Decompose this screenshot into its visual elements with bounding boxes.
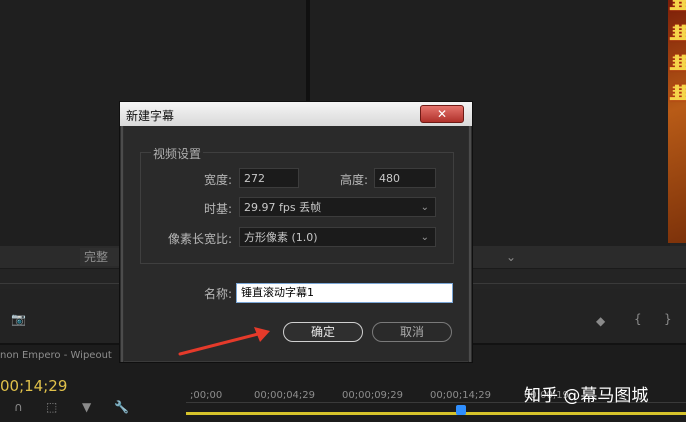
chevron-down-icon[interactable]: ⌄ xyxy=(506,250,516,264)
video-preview: ᚙᚙᚙᚙ xyxy=(668,0,686,243)
width-field[interactable]: 272 xyxy=(239,168,299,188)
marker-icon[interactable]: ◆ xyxy=(596,314,605,328)
marker-add-icon[interactable]: ▼ xyxy=(82,400,91,414)
pixel-aspect-value: 方形像素 (1.0) xyxy=(244,231,318,244)
snap-icon[interactable]: ∩ xyxy=(14,400,23,414)
wrench-icon[interactable]: 🔧 xyxy=(114,400,129,414)
in-out-brace-icon[interactable]: { xyxy=(634,312,642,326)
red-arrow-annotation xyxy=(178,327,270,356)
video-settings-title: 视频设置 xyxy=(151,145,204,162)
close-button[interactable]: ✕ xyxy=(420,105,464,123)
camera-icon[interactable]: 📷 xyxy=(11,312,26,326)
ruler-label-2: 00;00;09;29 xyxy=(342,390,404,401)
name-field[interactable]: 锤直滚动字幕1 xyxy=(236,283,453,303)
ruler-label-1: 00;00;04;29 xyxy=(254,390,316,401)
video-caption-glyphs: ᚙᚙᚙᚙ xyxy=(670,0,686,114)
chevron-down-icon: ⌄ xyxy=(420,202,429,213)
height-field[interactable]: 480 xyxy=(374,168,436,188)
linked-selection-icon[interactable]: ⬚ xyxy=(46,400,57,414)
full-quality-dropdown[interactable]: 完整 xyxy=(80,248,120,266)
ruler-label-3: 00;00;14;29 xyxy=(430,390,492,401)
pixel-aspect-select[interactable]: 方形像素 (1.0) ⌄ xyxy=(239,227,436,247)
watermark: 知乎 @幕马图城 xyxy=(524,386,649,406)
dialog-left-edge xyxy=(120,126,124,362)
in-out-brace-icon-2[interactable]: } xyxy=(664,312,672,326)
playhead[interactable] xyxy=(456,405,466,415)
cancel-button[interactable]: 取消 xyxy=(372,322,452,342)
work-area-bar[interactable] xyxy=(186,412,686,415)
pixel-aspect-label: 像素长宽比: xyxy=(167,232,232,246)
dialog-titlebar[interactable]: 新建字幕 ✕ xyxy=(120,102,472,126)
name-label: 名称: xyxy=(203,287,232,301)
timebase-value: 29.97 fps 丢帧 xyxy=(244,201,322,214)
timecode[interactable]: 00;14;29 xyxy=(0,377,67,395)
ok-button[interactable]: 确定 xyxy=(283,322,363,342)
sequence-name[interactable]: non Empero - Wipeout xyxy=(0,350,112,361)
dialog-right-edge xyxy=(468,126,472,362)
height-label: 高度: xyxy=(339,173,368,187)
dialog-title: 新建字幕 xyxy=(126,109,175,123)
ruler-label-0: ;00;00 xyxy=(190,390,223,401)
timebase-select[interactable]: 29.97 fps 丢帧 ⌄ xyxy=(239,197,436,217)
width-label: 宽度: xyxy=(203,173,232,187)
timebase-label: 时基: xyxy=(203,202,232,216)
chevron-down-icon: ⌄ xyxy=(420,232,429,243)
